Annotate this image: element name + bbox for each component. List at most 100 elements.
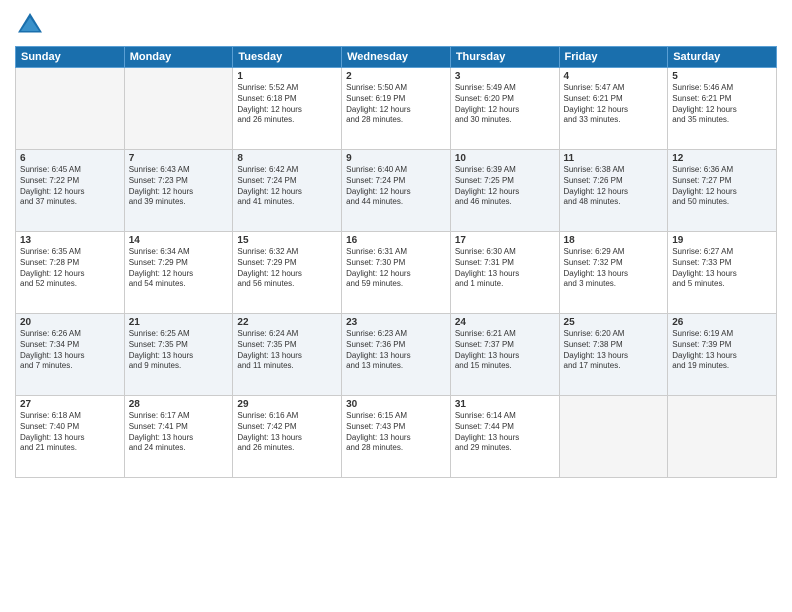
calendar-day-cell: 12Sunrise: 6:36 AM Sunset: 7:27 PM Dayli… — [668, 150, 777, 232]
calendar-day-cell: 10Sunrise: 6:39 AM Sunset: 7:25 PM Dayli… — [450, 150, 559, 232]
day-info: Sunrise: 6:43 AM Sunset: 7:23 PM Dayligh… — [129, 165, 229, 208]
day-info: Sunrise: 6:24 AM Sunset: 7:35 PM Dayligh… — [237, 329, 337, 372]
calendar-header-sunday: Sunday — [16, 47, 125, 68]
day-number: 27 — [20, 399, 120, 410]
day-info: Sunrise: 5:46 AM Sunset: 6:21 PM Dayligh… — [672, 83, 772, 126]
calendar-day-cell: 20Sunrise: 6:26 AM Sunset: 7:34 PM Dayli… — [16, 314, 125, 396]
day-info: Sunrise: 6:32 AM Sunset: 7:29 PM Dayligh… — [237, 247, 337, 290]
day-number: 1 — [237, 71, 337, 82]
calendar-week-row: 27Sunrise: 6:18 AM Sunset: 7:40 PM Dayli… — [16, 396, 777, 478]
page: SundayMondayTuesdayWednesdayThursdayFrid… — [0, 0, 792, 612]
calendar-day-cell: 26Sunrise: 6:19 AM Sunset: 7:39 PM Dayli… — [668, 314, 777, 396]
calendar-day-cell: 16Sunrise: 6:31 AM Sunset: 7:30 PM Dayli… — [342, 232, 451, 314]
calendar-day-cell: 4Sunrise: 5:47 AM Sunset: 6:21 PM Daylig… — [559, 68, 668, 150]
day-info: Sunrise: 6:40 AM Sunset: 7:24 PM Dayligh… — [346, 165, 446, 208]
calendar-day-cell: 9Sunrise: 6:40 AM Sunset: 7:24 PM Daylig… — [342, 150, 451, 232]
day-info: Sunrise: 6:29 AM Sunset: 7:32 PM Dayligh… — [564, 247, 664, 290]
calendar-day-cell: 29Sunrise: 6:16 AM Sunset: 7:42 PM Dayli… — [233, 396, 342, 478]
calendar-day-cell: 8Sunrise: 6:42 AM Sunset: 7:24 PM Daylig… — [233, 150, 342, 232]
day-number: 28 — [129, 399, 229, 410]
calendar-header-row: SundayMondayTuesdayWednesdayThursdayFrid… — [16, 47, 777, 68]
day-number: 4 — [564, 71, 664, 82]
day-info: Sunrise: 6:21 AM Sunset: 7:37 PM Dayligh… — [455, 329, 555, 372]
calendar-day-cell: 18Sunrise: 6:29 AM Sunset: 7:32 PM Dayli… — [559, 232, 668, 314]
day-number: 31 — [455, 399, 555, 410]
day-info: Sunrise: 6:19 AM Sunset: 7:39 PM Dayligh… — [672, 329, 772, 372]
day-info: Sunrise: 6:30 AM Sunset: 7:31 PM Dayligh… — [455, 247, 555, 290]
calendar-day-cell: 27Sunrise: 6:18 AM Sunset: 7:40 PM Dayli… — [16, 396, 125, 478]
day-number: 19 — [672, 235, 772, 246]
day-number: 10 — [455, 153, 555, 164]
day-info: Sunrise: 6:36 AM Sunset: 7:27 PM Dayligh… — [672, 165, 772, 208]
day-number: 24 — [455, 317, 555, 328]
day-number: 9 — [346, 153, 446, 164]
calendar-day-cell: 5Sunrise: 5:46 AM Sunset: 6:21 PM Daylig… — [668, 68, 777, 150]
day-number: 13 — [20, 235, 120, 246]
day-number: 14 — [129, 235, 229, 246]
calendar-day-cell: 28Sunrise: 6:17 AM Sunset: 7:41 PM Dayli… — [124, 396, 233, 478]
calendar-day-cell — [559, 396, 668, 478]
calendar-week-row: 6Sunrise: 6:45 AM Sunset: 7:22 PM Daylig… — [16, 150, 777, 232]
day-info: Sunrise: 6:35 AM Sunset: 7:28 PM Dayligh… — [20, 247, 120, 290]
calendar-day-cell — [124, 68, 233, 150]
calendar-day-cell: 14Sunrise: 6:34 AM Sunset: 7:29 PM Dayli… — [124, 232, 233, 314]
day-info: Sunrise: 6:26 AM Sunset: 7:34 PM Dayligh… — [20, 329, 120, 372]
day-number: 21 — [129, 317, 229, 328]
calendar-day-cell: 23Sunrise: 6:23 AM Sunset: 7:36 PM Dayli… — [342, 314, 451, 396]
logo — [15, 10, 49, 40]
day-info: Sunrise: 5:49 AM Sunset: 6:20 PM Dayligh… — [455, 83, 555, 126]
calendar-day-cell: 6Sunrise: 6:45 AM Sunset: 7:22 PM Daylig… — [16, 150, 125, 232]
day-number: 5 — [672, 71, 772, 82]
day-info: Sunrise: 5:52 AM Sunset: 6:18 PM Dayligh… — [237, 83, 337, 126]
day-info: Sunrise: 6:23 AM Sunset: 7:36 PM Dayligh… — [346, 329, 446, 372]
calendar-week-row: 20Sunrise: 6:26 AM Sunset: 7:34 PM Dayli… — [16, 314, 777, 396]
calendar-day-cell: 15Sunrise: 6:32 AM Sunset: 7:29 PM Dayli… — [233, 232, 342, 314]
day-number: 29 — [237, 399, 337, 410]
calendar-day-cell: 30Sunrise: 6:15 AM Sunset: 7:43 PM Dayli… — [342, 396, 451, 478]
calendar-week-row: 1Sunrise: 5:52 AM Sunset: 6:18 PM Daylig… — [16, 68, 777, 150]
day-info: Sunrise: 6:27 AM Sunset: 7:33 PM Dayligh… — [672, 247, 772, 290]
calendar-day-cell: 21Sunrise: 6:25 AM Sunset: 7:35 PM Dayli… — [124, 314, 233, 396]
calendar-day-cell: 24Sunrise: 6:21 AM Sunset: 7:37 PM Dayli… — [450, 314, 559, 396]
day-number: 12 — [672, 153, 772, 164]
day-info: Sunrise: 5:47 AM Sunset: 6:21 PM Dayligh… — [564, 83, 664, 126]
calendar-header-tuesday: Tuesday — [233, 47, 342, 68]
calendar-day-cell: 31Sunrise: 6:14 AM Sunset: 7:44 PM Dayli… — [450, 396, 559, 478]
day-info: Sunrise: 6:15 AM Sunset: 7:43 PM Dayligh… — [346, 411, 446, 454]
calendar-header-thursday: Thursday — [450, 47, 559, 68]
day-number: 23 — [346, 317, 446, 328]
calendar-day-cell: 25Sunrise: 6:20 AM Sunset: 7:38 PM Dayli… — [559, 314, 668, 396]
day-number: 7 — [129, 153, 229, 164]
day-number: 16 — [346, 235, 446, 246]
day-number: 6 — [20, 153, 120, 164]
day-number: 25 — [564, 317, 664, 328]
day-number: 26 — [672, 317, 772, 328]
calendar-day-cell: 2Sunrise: 5:50 AM Sunset: 6:19 PM Daylig… — [342, 68, 451, 150]
calendar-day-cell: 11Sunrise: 6:38 AM Sunset: 7:26 PM Dayli… — [559, 150, 668, 232]
day-number: 17 — [455, 235, 555, 246]
day-info: Sunrise: 6:20 AM Sunset: 7:38 PM Dayligh… — [564, 329, 664, 372]
day-info: Sunrise: 6:16 AM Sunset: 7:42 PM Dayligh… — [237, 411, 337, 454]
calendar-day-cell: 17Sunrise: 6:30 AM Sunset: 7:31 PM Dayli… — [450, 232, 559, 314]
day-number: 22 — [237, 317, 337, 328]
day-number: 30 — [346, 399, 446, 410]
day-info: Sunrise: 5:50 AM Sunset: 6:19 PM Dayligh… — [346, 83, 446, 126]
calendar-day-cell — [668, 396, 777, 478]
day-number: 15 — [237, 235, 337, 246]
day-info: Sunrise: 6:42 AM Sunset: 7:24 PM Dayligh… — [237, 165, 337, 208]
day-info: Sunrise: 6:39 AM Sunset: 7:25 PM Dayligh… — [455, 165, 555, 208]
calendar-header-wednesday: Wednesday — [342, 47, 451, 68]
calendar-day-cell: 1Sunrise: 5:52 AM Sunset: 6:18 PM Daylig… — [233, 68, 342, 150]
day-info: Sunrise: 6:14 AM Sunset: 7:44 PM Dayligh… — [455, 411, 555, 454]
calendar-day-cell: 3Sunrise: 5:49 AM Sunset: 6:20 PM Daylig… — [450, 68, 559, 150]
calendar-header-saturday: Saturday — [668, 47, 777, 68]
day-info: Sunrise: 6:38 AM Sunset: 7:26 PM Dayligh… — [564, 165, 664, 208]
day-number: 3 — [455, 71, 555, 82]
day-info: Sunrise: 6:45 AM Sunset: 7:22 PM Dayligh… — [20, 165, 120, 208]
day-info: Sunrise: 6:31 AM Sunset: 7:30 PM Dayligh… — [346, 247, 446, 290]
header — [15, 10, 777, 40]
calendar-week-row: 13Sunrise: 6:35 AM Sunset: 7:28 PM Dayli… — [16, 232, 777, 314]
calendar-header-friday: Friday — [559, 47, 668, 68]
day-info: Sunrise: 6:25 AM Sunset: 7:35 PM Dayligh… — [129, 329, 229, 372]
day-number: 18 — [564, 235, 664, 246]
